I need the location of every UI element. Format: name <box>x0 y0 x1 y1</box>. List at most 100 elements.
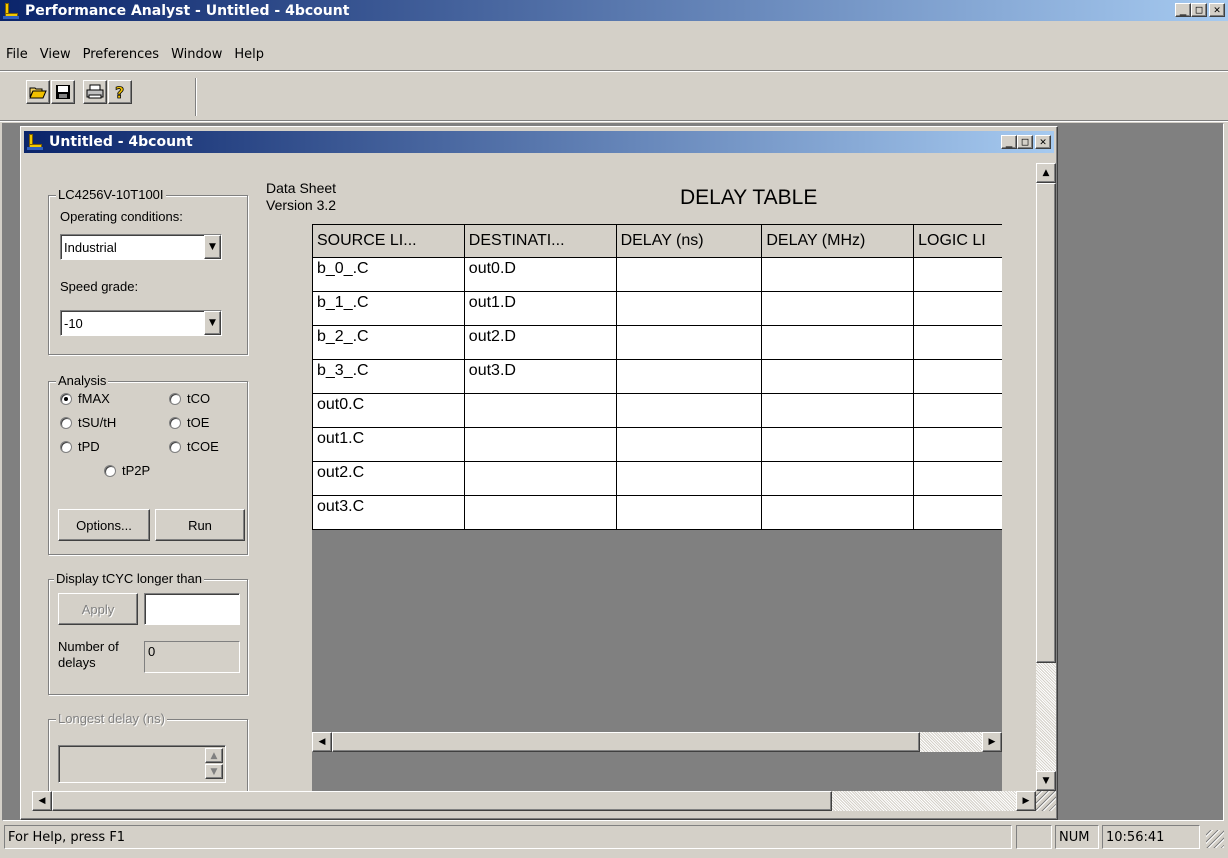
table-cell[interactable]: b_3_.C <box>312 359 465 394</box>
table-cell[interactable] <box>615 291 763 326</box>
scroll-right-arrow[interactable]: ▶ <box>982 732 1002 752</box>
print-button[interactable] <box>83 80 107 104</box>
scroll-left-arrow[interactable]: ◀ <box>312 732 332 752</box>
table-cell[interactable] <box>761 495 915 530</box>
child-close-button[interactable]: ✕ <box>1035 135 1051 149</box>
size-grip-icon[interactable] <box>1036 791 1056 811</box>
table-cell[interactable] <box>615 325 763 360</box>
child-app-icon[interactable] <box>27 133 45 151</box>
run-button[interactable]: Run <box>155 509 245 541</box>
radio-circle[interactable] <box>104 464 116 477</box>
radio-tsu-th[interactable]: tSU/tH <box>60 415 116 430</box>
menu-window[interactable]: Window <box>165 45 228 64</box>
table-row[interactable]: out0.C <box>312 393 1002 428</box>
table-cell[interactable]: b_1_.C <box>312 291 465 326</box>
radio-circle[interactable] <box>169 440 181 453</box>
table-cell[interactable]: out2.D <box>463 325 617 360</box>
open-button[interactable] <box>26 80 50 104</box>
radio-circle[interactable] <box>169 416 181 429</box>
scroll-left-arrow[interactable]: ◀ <box>32 791 52 811</box>
table-cell[interactable]: b_2_.C <box>312 325 465 360</box>
table-cell[interactable] <box>463 393 617 428</box>
radio-circle[interactable] <box>60 440 72 453</box>
table-cell[interactable] <box>913 325 1002 360</box>
table-cell[interactable] <box>913 427 1002 462</box>
table-cell[interactable] <box>615 257 763 292</box>
maximize-button[interactable]: □ <box>1191 3 1207 17</box>
chevron-down-icon[interactable]: ▼ <box>204 311 221 335</box>
col-header-delay-ns[interactable]: DELAY (ns) <box>615 224 763 258</box>
status-size-grip-icon[interactable] <box>1206 830 1224 848</box>
table-cell[interactable] <box>615 393 763 428</box>
speed-grade-select[interactable]: -10 ▼ <box>60 310 222 336</box>
table-cell[interactable]: b_0_.C <box>312 257 465 292</box>
table-cell[interactable] <box>913 393 1002 428</box>
menu-file[interactable]: File <box>0 45 34 64</box>
child-minimize-button[interactable]: _ <box>1001 135 1017 149</box>
table-cell[interactable] <box>463 495 617 530</box>
table-cell[interactable]: out3.D <box>463 359 617 394</box>
longest-delay-spinner[interactable]: ▲ ▼ <box>58 745 226 783</box>
app-icon[interactable] <box>3 2 21 20</box>
help-button[interactable]: ? <box>108 80 132 104</box>
table-cell[interactable] <box>761 291 915 326</box>
table-cell[interactable] <box>615 495 763 530</box>
close-button[interactable]: ✕ <box>1209 3 1225 17</box>
spin-up-arrow[interactable]: ▲ <box>205 748 223 763</box>
table-row[interactable]: b_0_.C out0.D <box>312 257 1002 292</box>
scroll-right-arrow[interactable]: ▶ <box>1016 791 1036 811</box>
col-header-delay-mhz[interactable]: DELAY (MHz) <box>761 224 915 258</box>
radio-tco[interactable]: tCO <box>169 391 210 406</box>
grid-horizontal-scrollbar[interactable]: ◀ ▶ <box>312 732 1002 752</box>
table-cell[interactable] <box>761 359 915 394</box>
radio-fmax[interactable]: fMAX <box>60 391 110 406</box>
scroll-down-arrow[interactable]: ▼ <box>1036 771 1056 791</box>
child-vertical-scrollbar[interactable]: ▲ ▼ <box>1036 163 1056 791</box>
table-cell[interactable]: out1.D <box>463 291 617 326</box>
child-maximize-button[interactable]: □ <box>1017 135 1033 149</box>
menu-help[interactable]: Help <box>228 45 270 64</box>
table-row[interactable]: out2.C <box>312 461 1002 496</box>
radio-tpd[interactable]: tPD <box>60 439 100 454</box>
table-cell[interactable]: out0.D <box>463 257 617 292</box>
tcyc-input[interactable] <box>144 593 240 625</box>
table-cell[interactable] <box>761 427 915 462</box>
radio-circle[interactable] <box>60 392 72 405</box>
table-cell[interactable] <box>913 461 1002 496</box>
table-cell[interactable] <box>463 427 617 462</box>
table-cell[interactable]: out2.C <box>312 461 465 496</box>
col-header-source[interactable]: SOURCE LI... <box>312 224 465 258</box>
child-horizontal-scrollbar[interactable]: ◀ ▶ <box>32 791 1036 811</box>
table-cell[interactable] <box>761 325 915 360</box>
table-cell[interactable] <box>913 257 1002 292</box>
table-cell[interactable]: out3.C <box>312 495 465 530</box>
table-cell[interactable] <box>761 257 915 292</box>
table-cell[interactable] <box>615 461 763 496</box>
options-button[interactable]: Options... <box>58 509 150 541</box>
app-title-bar[interactable]: Performance Analyst - Untitled - 4bcount… <box>0 0 1228 21</box>
table-row[interactable]: b_2_.C out2.D <box>312 325 1002 360</box>
col-header-logic[interactable]: LOGIC LI <box>913 224 1002 258</box>
scroll-up-arrow[interactable]: ▲ <box>1036 163 1056 183</box>
col-header-destination[interactable]: DESTINATI... <box>463 224 617 258</box>
table-cell[interactable] <box>615 359 763 394</box>
menu-preferences[interactable]: Preferences <box>77 45 165 64</box>
table-cell[interactable] <box>913 291 1002 326</box>
scroll-thumb[interactable] <box>1036 183 1056 663</box>
save-button[interactable] <box>51 80 75 104</box>
table-row[interactable]: out3.C <box>312 495 1002 530</box>
radio-circle[interactable] <box>169 392 181 405</box>
table-cell[interactable] <box>761 393 915 428</box>
child-title-bar[interactable]: Untitled - 4bcount _ □ ✕ <box>24 131 1054 153</box>
menu-view[interactable]: View <box>34 45 77 64</box>
table-row[interactable]: b_3_.C out3.D <box>312 359 1002 394</box>
table-row[interactable]: b_1_.C out1.D <box>312 291 1002 326</box>
chevron-down-icon[interactable]: ▼ <box>204 235 221 259</box>
table-cell[interactable] <box>615 427 763 462</box>
apply-button[interactable]: Apply <box>58 593 138 625</box>
radio-circle[interactable] <box>60 416 72 429</box>
table-cell[interactable] <box>913 495 1002 530</box>
radio-tp2p[interactable]: tP2P <box>104 463 150 478</box>
radio-tcoe[interactable]: tCOE <box>169 439 219 454</box>
table-cell[interactable]: out0.C <box>312 393 465 428</box>
